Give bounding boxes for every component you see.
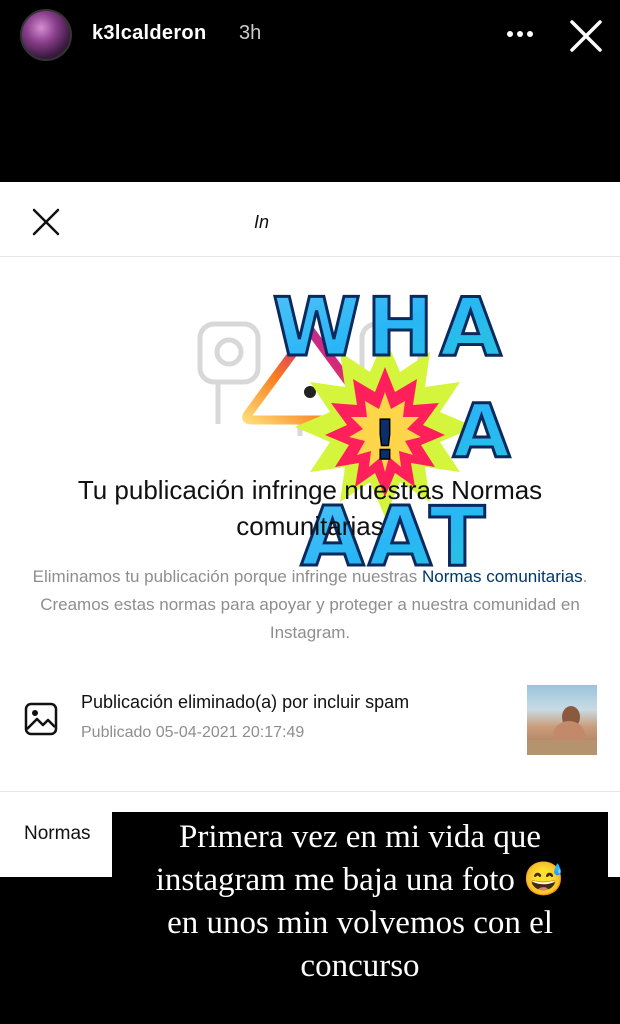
community-guidelines-link[interactable]: Normas comunitarias — [422, 567, 583, 586]
image-icon — [24, 702, 58, 736]
divider — [0, 791, 620, 792]
caption-line-2: instagram me baja una foto 😅 — [155, 862, 565, 898]
violation-headline: Tu publicación infringe nuestras Normas … — [77, 475, 543, 541]
story-username[interactable]: k3lcalderon — [92, 22, 206, 45]
caption-line-3: en unos min volvemos con el — [167, 905, 553, 941]
post-thumbnail[interactable] — [527, 685, 597, 755]
normas-label[interactable]: Normas — [24, 823, 91, 845]
sheet-title: In — [254, 212, 270, 232]
removed-post-title: Publicación eliminado(a) por incluir spa… — [81, 692, 410, 712]
story-header: k3lcalderon 3h — [0, 0, 620, 70]
violation-body: Eliminamos tu publicación porque infring… — [22, 563, 598, 647]
close-icon[interactable] — [566, 16, 606, 56]
story-time: 3h — [239, 22, 262, 44]
caption-line-4: concurso — [300, 948, 420, 984]
more-horizontal-icon[interactable] — [500, 18, 540, 50]
sticker-line-1: WHA — [272, 281, 507, 374]
removed-post-row[interactable]: Publicación eliminado(a) por incluir spa… — [0, 682, 620, 767]
caption-line-1: Primera vez en mi vida que — [179, 819, 541, 855]
removed-post-date: Publicado 05-04-2021 20:17:49 — [81, 724, 305, 741]
violation-sheet: In ! WHA AAT Tu publicación infringe nue… — [0, 182, 620, 877]
sheet-topbar: In — [0, 182, 620, 257]
caption-text: Primera vez en mi vida que instagram me … — [112, 816, 608, 988]
story-caption: Primera vez en mi vida que instagram me … — [112, 812, 608, 984]
close-icon[interactable] — [28, 204, 64, 240]
sticker-line-2: A A — [245, 389, 535, 475]
avatar[interactable] — [20, 9, 72, 61]
body-text-prefix: Eliminamos tu publicación porque infring… — [32, 567, 422, 586]
